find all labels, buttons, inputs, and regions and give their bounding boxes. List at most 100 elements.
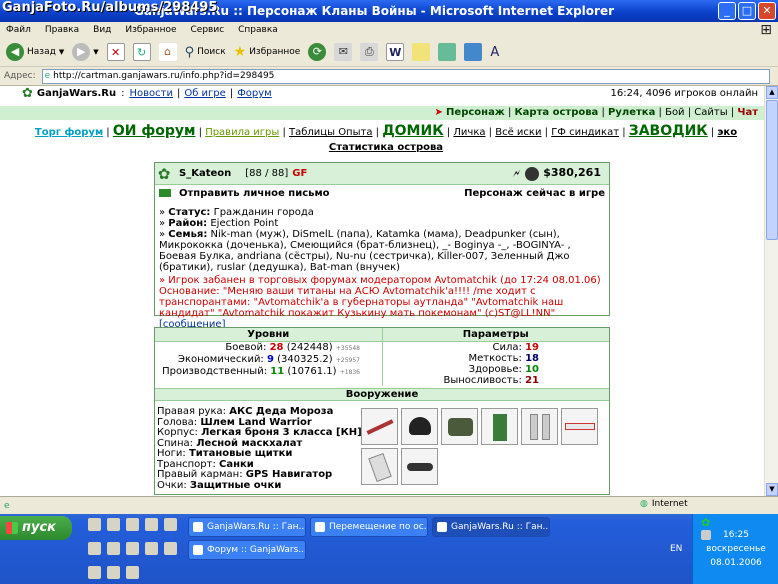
scroll-down-arrow-icon[interactable]: ▼ [766,483,778,496]
menu-file[interactable]: Файл [6,22,31,38]
link-about[interactable]: Об игре [184,86,225,102]
refresh-icon[interactable]: ↻ [132,43,151,61]
helmet-icon[interactable] [401,408,438,445]
app-icon[interactable] [107,518,120,531]
nav-fight[interactable]: Бой [665,107,684,118]
search-button[interactable]: ⚲ Поиск [185,45,226,60]
home-icon[interactable]: ⌂ [158,43,177,61]
district-value: Ejection Point [210,218,279,229]
nav-sites[interactable]: Сайты [694,107,727,118]
link-gf-syndicate[interactable]: ГФ синдикат [551,127,619,138]
send-message-link[interactable]: Отправить личное письмо [179,188,330,199]
history-icon[interactable]: ⟳ [308,43,327,61]
link-oi-forum[interactable]: ОИ форум [113,123,196,139]
tray-leaf-icon[interactable]: ✿ [701,516,710,529]
syndicate-badge[interactable]: GF [292,168,307,179]
address-bar: Адрес: e http://cartman.ganjawars.ru/inf… [0,67,778,86]
minimize-button[interactable]: _ [718,2,736,20]
print-icon[interactable]: ⎙ [360,43,379,61]
app-icon[interactable] [164,542,177,555]
app-icon[interactable] [145,542,158,555]
nav-character[interactable]: Персонаж [446,107,505,118]
game-nav-bar: ➤ Персонаж | Карта острова | Рулетка | Б… [0,106,764,120]
research-icon[interactable] [464,43,483,61]
leaf-icon[interactable] [126,566,139,579]
task-ganjawars-2[interactable]: GanjaWars.Ru :: Ган... [432,517,550,537]
link-trade-forum[interactable]: Торг форум [35,127,103,138]
camo-suit-icon[interactable] [481,408,518,445]
app-icon[interactable] [88,566,101,579]
params-title: Параметры [381,328,610,341]
app-icon[interactable] [126,542,139,555]
task-movement[interactable]: Перемещение по ос... [310,517,428,537]
vertical-scrollbar[interactable]: ▲ ▼ [764,86,778,496]
chevron-down-icon: ▼ [93,48,99,56]
param-row: Меткость: 18 [468,353,539,364]
shin-guards-icon[interactable] [521,408,558,445]
link-home[interactable]: ДОМИК [382,123,443,139]
link-factory[interactable]: ЗАВОДИК [629,123,708,139]
weapons-title: Вооружение [155,388,609,401]
start-label: пуск [22,520,56,535]
nav-map[interactable]: Карта острова [515,107,599,118]
rifle-icon[interactable] [361,408,398,445]
language-indicator[interactable]: EN [670,544,682,554]
word-icon[interactable]: W [386,43,405,61]
scroll-up-arrow-icon[interactable]: ▲ [766,86,778,99]
link-personal[interactable]: Личка [453,127,485,138]
armor-icon[interactable] [441,408,478,445]
app-icon[interactable] [107,542,120,555]
start-button[interactable]: пуск [0,516,72,540]
gps-icon[interactable] [361,448,398,485]
app-icon[interactable] [107,566,120,579]
separator: | [176,88,181,99]
menu-favorites[interactable]: Избранное [125,22,176,38]
folder-icon[interactable] [145,518,158,531]
clock-time[interactable]: 16:25 [693,530,778,540]
nav-pointer-icon: ➤ [434,107,443,118]
link-news[interactable]: Новости [129,86,172,102]
stats-card: Уровни Параметры Боевой: 28 (242448) +35… [154,327,610,495]
scroll-thumb[interactable] [766,100,778,240]
close-button[interactable]: ✕ [758,2,776,20]
watermark: GanjaFoto.Ru/albums/298495 [2,0,218,15]
menu-view[interactable]: Вид [93,22,111,38]
status-label: Статус: [168,207,211,218]
link-exp-tables[interactable]: Таблицы Опыта [289,127,372,138]
security-zone: ◍ Internet [640,499,688,509]
link-forum[interactable]: Форум [237,86,272,102]
stop-icon[interactable]: ✕ [106,43,125,61]
mail-icon[interactable]: ✉ [334,43,353,61]
menu-help[interactable]: Справка [238,22,278,38]
nav-chat[interactable]: Чат [737,107,758,118]
menu-edit[interactable]: Правка [45,22,79,38]
app-icon[interactable] [88,542,101,555]
note-icon[interactable] [412,43,431,61]
messenger-icon[interactable] [438,43,457,61]
font-size-icon[interactable]: A [490,45,499,60]
star-icon: ★ [233,44,247,60]
app-icon[interactable] [126,518,139,531]
address-input[interactable]: e http://cartman.ganjawars.ru/info.php?i… [41,68,770,84]
link-rules[interactable]: Правила игры [205,127,279,138]
nav-roulette[interactable]: Рулетка [608,107,655,118]
menu-tools[interactable]: Сервис [191,22,225,38]
task-ganjawars-1[interactable]: GanjaWars.Ru :: Ган... [188,517,306,537]
medal-icon: 🗲 [513,166,521,180]
maximize-button[interactable]: □ [738,2,756,20]
leaf-icon[interactable] [164,518,177,531]
sled-icon[interactable] [561,408,598,445]
menu-bar: Файл Правка Вид Избранное Сервис Справка… [0,22,778,38]
app-icon[interactable] [88,518,101,531]
weapons-list: Правая рука: АКС Деда Мороза Голова: Шле… [157,406,362,491]
page-icon: e [44,71,51,81]
weapon-row: Очки: Защитные очки [157,479,282,491]
favorites-button[interactable]: ★ Избранное [234,44,301,60]
back-label: Назад [27,47,56,57]
forward-arrow-icon: ▶ [72,43,91,61]
link-suits[interactable]: Всё иски [495,127,541,138]
task-forum[interactable]: Форум :: GanjaWars.... [188,540,306,560]
goggles-icon[interactable] [401,448,438,485]
forward-button[interactable]: ▶ ▼ [72,43,99,61]
back-button[interactable]: ◀ Назад ▼ [6,43,64,61]
